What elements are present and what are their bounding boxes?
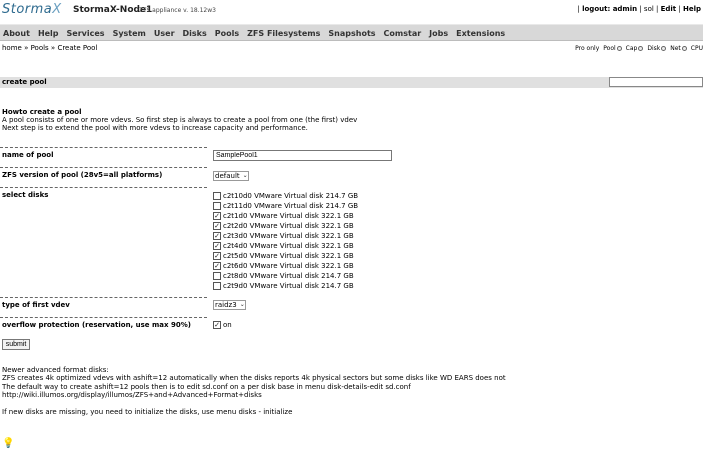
disk-checkbox[interactable]: ✓ bbox=[213, 252, 221, 260]
user-links: | logout: admin | sol | Edit | Help bbox=[577, 5, 702, 13]
sol-link[interactable]: sol bbox=[644, 5, 654, 13]
disk-label: c2t4d0 VMware Virtual disk 322.1 GB bbox=[223, 242, 354, 250]
stormax-logo: StormaX bbox=[2, 2, 62, 17]
disk-label: c2t9d0 VMware Virtual disk 214.7 GB bbox=[223, 282, 354, 290]
disk-option[interactable]: ✓ c2t6d0 VMware Virtual disk 322.1 GB bbox=[213, 261, 358, 271]
howto-section: Howto create a pool A pool consists of o… bbox=[2, 108, 357, 132]
notes-line-1: Newer advanced format disks: bbox=[2, 366, 109, 374]
help-link[interactable]: Help bbox=[683, 5, 701, 13]
notes-link[interactable]: http://wiki.illumos.org/display/illumos/… bbox=[2, 391, 506, 399]
pool-indicator-icon bbox=[616, 46, 622, 51]
disk-label: c2t6d0 VMware Virtual disk 322.1 GB bbox=[223, 262, 354, 270]
disk-checkbox[interactable]: ✓ bbox=[213, 222, 221, 230]
disk-option[interactable]: ✓ c2t1d0 VMware Virtual disk 322.1 GB bbox=[213, 211, 358, 221]
nav-pools[interactable]: Pools bbox=[215, 29, 239, 38]
disk-label: c2t11d0 VMware Virtual disk 214.7 GB bbox=[223, 202, 359, 210]
search-input[interactable] bbox=[609, 77, 703, 87]
nav-extensions[interactable]: Extensions bbox=[456, 29, 505, 38]
zfs-version-select[interactable]: default ⌄ bbox=[213, 171, 249, 181]
notes-section: Newer advanced format disks: ZFS creates… bbox=[2, 366, 506, 416]
monitor-links: Pro only Pool Cap Disk Net CPU bbox=[575, 45, 703, 52]
overflow-checkbox[interactable]: ✓ bbox=[213, 321, 221, 329]
select-disks-label: select disks bbox=[2, 191, 49, 199]
vdev-type-select[interactable]: raidz3 ⌄ bbox=[213, 300, 246, 310]
nav-disks[interactable]: Disks bbox=[183, 29, 207, 38]
notes-line-5: If new disks are missing, you need to in… bbox=[2, 407, 293, 416]
disk-checkbox[interactable] bbox=[213, 202, 221, 210]
nav-jobs[interactable]: Jobs bbox=[429, 29, 448, 38]
appliance-version: ZFS appliance v. 18.12w3 bbox=[139, 7, 216, 14]
divider bbox=[0, 297, 207, 298]
pro-only-label: Pro only bbox=[575, 45, 600, 52]
disk-checkbox[interactable]: ✓ bbox=[213, 232, 221, 240]
nav-zfs-filesystems[interactable]: ZFS Filesystems bbox=[247, 29, 320, 38]
cpu-monitor-toggle[interactable]: CPU bbox=[691, 45, 703, 52]
disk-list: c2t10d0 VMware Virtual disk 214.7 GB c2t1… bbox=[213, 191, 358, 291]
disk-option[interactable]: ✓ c2t2d0 VMware Virtual disk 322.1 GB bbox=[213, 221, 358, 231]
disk-monitor-toggle[interactable]: Disk bbox=[647, 45, 667, 52]
breadcrumb[interactable]: home » Pools » Create Pool bbox=[2, 44, 97, 52]
disk-label: c2t3d0 VMware Virtual disk 322.1 GB bbox=[223, 232, 354, 240]
divider bbox=[0, 147, 207, 148]
disk-checkbox[interactable] bbox=[213, 282, 221, 290]
disk-option[interactable]: c2t11d0 VMware Virtual disk 214.7 GB bbox=[213, 201, 358, 211]
notes-line-2: ZFS creates 4k optimized vdevs with ashi… bbox=[2, 374, 506, 383]
disk-label: c2t10d0 VMware Virtual disk 214.7 GB bbox=[223, 192, 359, 200]
logout-link[interactable]: logout: admin bbox=[582, 5, 637, 13]
page-title-bar: create pool bbox=[0, 77, 703, 88]
pool-name-label: name of pool bbox=[2, 151, 54, 159]
nav-comstar[interactable]: Comstar bbox=[384, 29, 422, 38]
divider bbox=[0, 317, 207, 318]
disk-label: c2t1d0 VMware Virtual disk 322.1 GB bbox=[223, 212, 354, 220]
top-header: StormaX StormaX-Node1 ZFS appliance v. 1… bbox=[0, 0, 703, 23]
nav-services[interactable]: Services bbox=[67, 29, 105, 38]
divider bbox=[0, 167, 207, 168]
disk-option[interactable]: c2t9d0 VMware Virtual disk 214.7 GB bbox=[213, 281, 358, 291]
chevron-down-icon: ⌄ bbox=[242, 172, 248, 179]
overflow-label: overflow protection (reservation, use ma… bbox=[2, 321, 191, 329]
disk-label: c2t5d0 VMware Virtual disk 322.1 GB bbox=[223, 252, 354, 260]
disk-option[interactable]: ✓ c2t5d0 VMware Virtual disk 322.1 GB bbox=[213, 251, 358, 261]
disk-indicator-icon bbox=[661, 46, 667, 51]
nav-about[interactable]: About bbox=[3, 29, 30, 38]
pool-monitor-toggle[interactable]: Pool bbox=[603, 45, 622, 52]
cap-monitor-toggle[interactable]: Cap bbox=[626, 45, 644, 52]
disk-option[interactable]: c2t10d0 VMware Virtual disk 214.7 GB bbox=[213, 191, 358, 201]
disk-option[interactable]: ✓ c2t3d0 VMware Virtual disk 322.1 GB bbox=[213, 231, 358, 241]
disk-label: c2t2d0 VMware Virtual disk 322.1 GB bbox=[223, 222, 354, 230]
howto-heading: Howto create a pool bbox=[2, 108, 82, 116]
disk-label: c2t8d0 VMware Virtual disk 214.7 GB bbox=[223, 272, 354, 280]
net-monitor-toggle[interactable]: Net bbox=[670, 45, 687, 52]
disk-checkbox[interactable] bbox=[213, 272, 221, 280]
disk-checkbox[interactable]: ✓ bbox=[213, 242, 221, 250]
nav-snapshots[interactable]: Snapshots bbox=[328, 29, 375, 38]
overflow-protection: ✓ on bbox=[213, 321, 232, 329]
page-title: create pool bbox=[2, 78, 47, 86]
pool-name-input[interactable] bbox=[213, 150, 392, 161]
nav-system[interactable]: System bbox=[113, 29, 146, 38]
cap-indicator-icon bbox=[638, 46, 644, 51]
disk-option[interactable]: ✓ c2t4d0 VMware Virtual disk 322.1 GB bbox=[213, 241, 358, 251]
howto-line-1: A pool consists of one or more vdevs. So… bbox=[2, 116, 358, 124]
submit-button[interactable]: submit bbox=[2, 339, 30, 350]
disk-checkbox[interactable]: ✓ bbox=[213, 262, 221, 270]
main-nav: About Help Services System User Disks Po… bbox=[0, 24, 703, 41]
nav-user[interactable]: User bbox=[154, 29, 175, 38]
lightbulb-icon[interactable]: 💡 bbox=[2, 438, 14, 449]
nav-help[interactable]: Help bbox=[38, 29, 59, 38]
notes-line-3: The default way to create ashift=12 pool… bbox=[2, 382, 411, 391]
divider bbox=[0, 187, 207, 188]
zfs-version-label: ZFS version of pool (28v5=all platforms) bbox=[2, 171, 163, 179]
edit-link[interactable]: Edit bbox=[661, 5, 677, 13]
vdev-type-label: type of first vdev bbox=[2, 301, 70, 309]
disk-option[interactable]: c2t8d0 VMware Virtual disk 214.7 GB bbox=[213, 271, 358, 281]
disk-checkbox[interactable] bbox=[213, 192, 221, 200]
net-indicator-icon bbox=[681, 46, 687, 51]
overflow-value: on bbox=[223, 321, 232, 329]
chevron-down-icon: ⌄ bbox=[239, 301, 245, 308]
howto-line-2: Next step is to extend the pool with mor… bbox=[2, 124, 308, 132]
disk-checkbox[interactable]: ✓ bbox=[213, 212, 221, 220]
